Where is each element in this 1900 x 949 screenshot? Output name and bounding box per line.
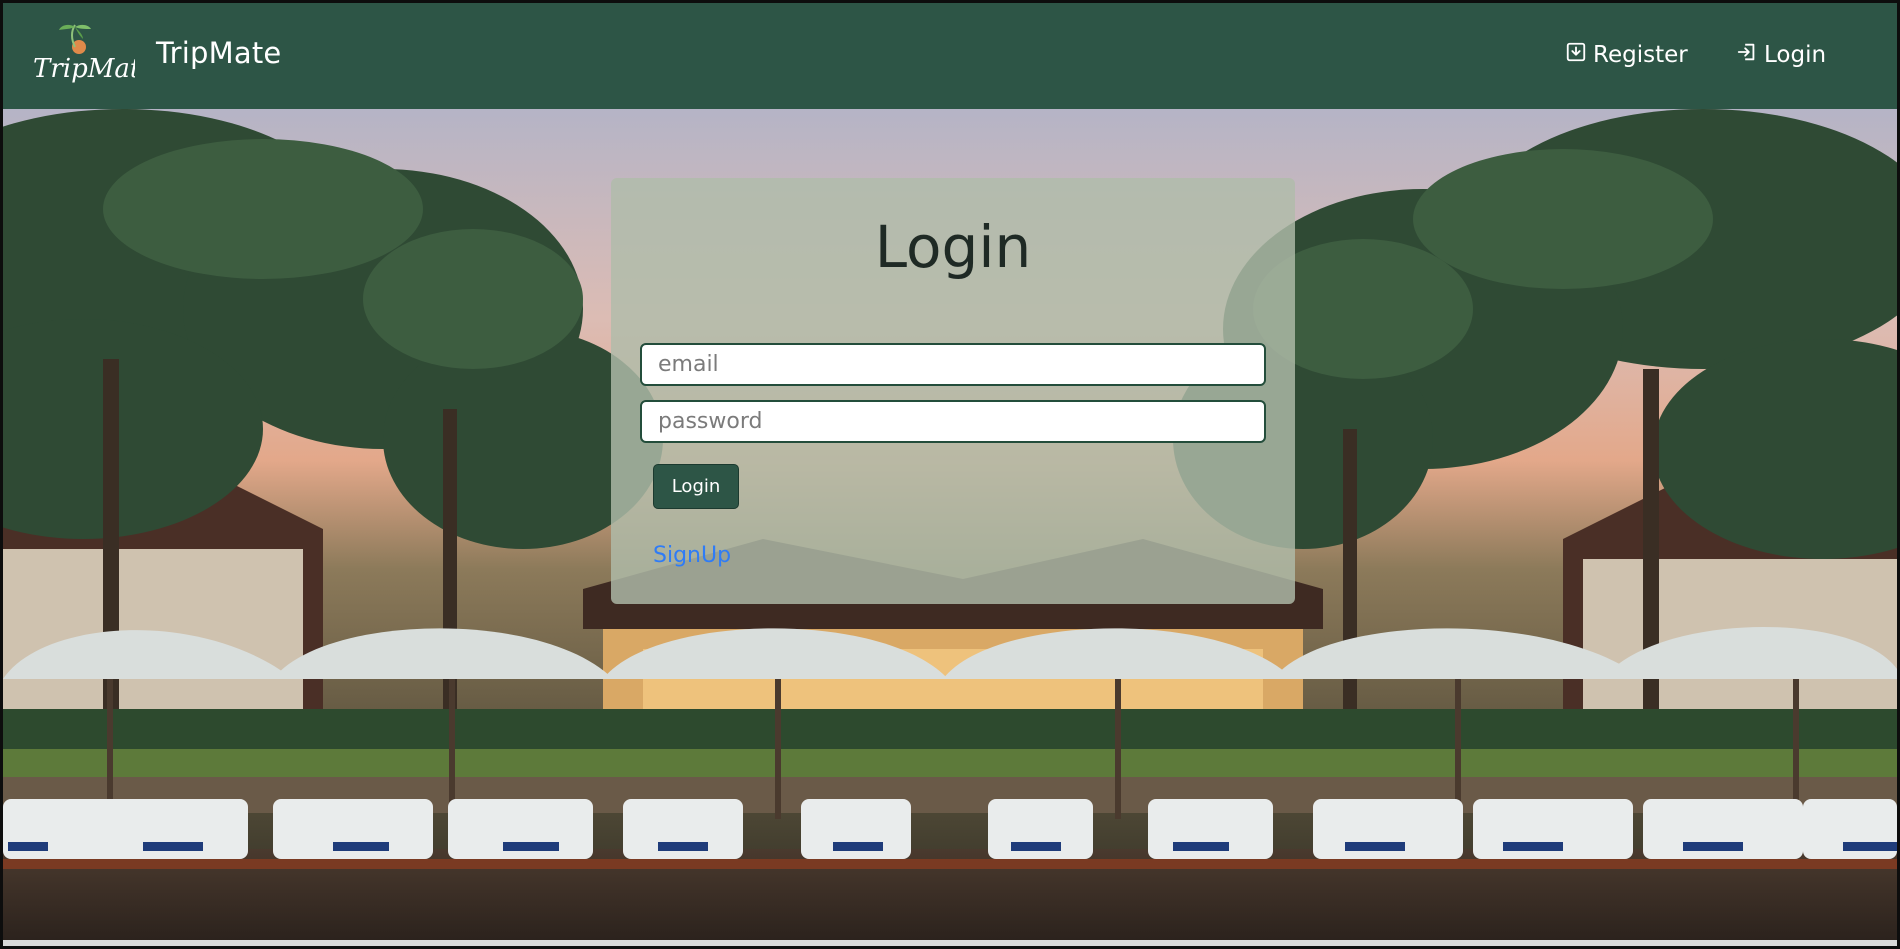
login-title: Login [874,213,1032,281]
svg-text:TripMate: TripMate [33,54,135,84]
brand-name[interactable]: TripMate [156,36,281,70]
top-navbar: TripMate TripMate Register Login [3,3,1897,109]
page: TripMate TripMate Register Login [0,0,1900,949]
tripmate-logo[interactable]: TripMate [31,21,156,91]
signup-link[interactable]: SignUp [653,543,731,568]
password-input[interactable] [640,400,1266,443]
nav-register-label: Register [1593,42,1688,68]
nav-login-link[interactable]: Login [1736,41,1826,69]
nav-register-link[interactable]: Register [1565,41,1688,69]
login-submit-button[interactable]: Login [653,464,739,509]
download-box-icon [1565,41,1587,69]
nav-login-label: Login [1764,42,1827,68]
email-input[interactable] [640,343,1266,386]
sign-in-icon [1736,41,1758,69]
login-card: Login Login SignUp [611,178,1295,604]
